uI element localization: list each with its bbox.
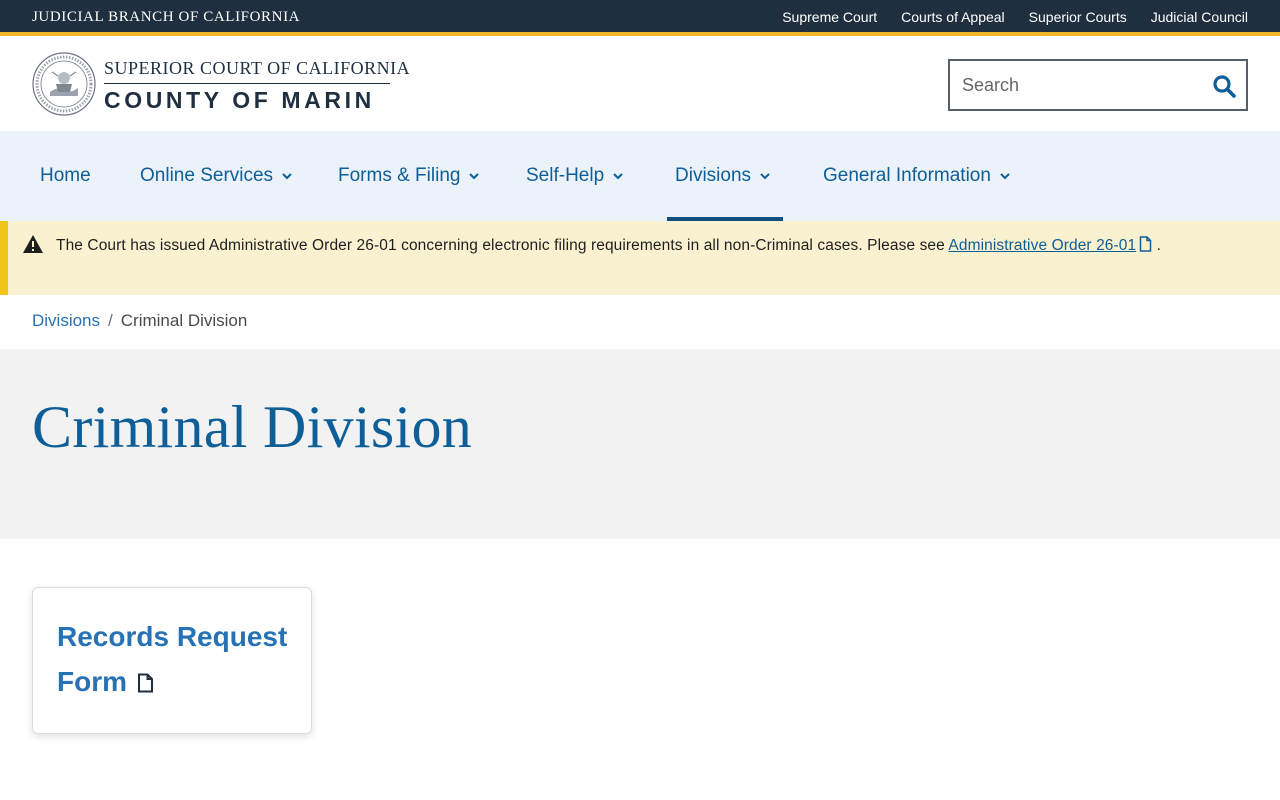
warning-icon <box>23 235 43 253</box>
alert-trailing: . <box>1156 237 1162 254</box>
file-icon <box>138 673 153 693</box>
link-courts-of-appeal[interactable]: Courts of Appeal <box>901 9 1005 25</box>
brand-divider <box>104 83 390 84</box>
search-input[interactable] <box>962 73 1202 97</box>
court-seal-logo[interactable] <box>32 52 96 116</box>
chevron-down-icon <box>469 173 480 180</box>
breadcrumb-separator: / <box>108 311 113 330</box>
chevron-down-icon <box>1000 173 1010 180</box>
link-superior-courts[interactable]: Superior Courts <box>1029 9 1127 25</box>
link-judicial-council[interactable]: Judicial Council <box>1151 9 1248 25</box>
search-box <box>948 59 1248 111</box>
alert-banner: The Court has issued Administrative Orde… <box>0 221 1280 295</box>
nav-divisions-label: Divisions <box>675 165 752 186</box>
nav-self-help-label: Self-Help <box>526 165 605 186</box>
breadcrumb: Divisions / Criminal Division <box>32 311 247 331</box>
link-supreme-court[interactable]: Supreme Court <box>782 9 877 25</box>
nav-general-information-label: General Information <box>823 165 991 186</box>
nav-general-information[interactable]: General Information <box>823 131 1011 221</box>
branch-links: Supreme Court Courts of Appeal Superior … <box>782 9 1248 25</box>
alert-text: The Court has issued Administrative Orde… <box>56 237 949 254</box>
nav-divisions[interactable]: Divisions <box>666 131 784 221</box>
brand-title-county[interactable]: COUNTY OF MARIN <box>104 87 375 114</box>
nav-home[interactable]: Home <box>40 131 91 221</box>
chevron-down-icon <box>282 173 292 180</box>
nav-online-services-label: Online Services <box>140 165 274 186</box>
records-request-form-link[interactable]: Records Request Form <box>57 614 297 704</box>
judicial-branch-title[interactable]: JUDICIAL BRANCH OF CALIFORNIA <box>32 9 300 26</box>
records-request-form-label: Records Request Form <box>57 621 288 697</box>
nav-self-help[interactable]: Self-Help <box>526 131 624 221</box>
chevron-down-icon <box>760 173 770 180</box>
judicial-branch-bar: JUDICIAL BRANCH OF CALIFORNIA Supreme Co… <box>0 0 1280 36</box>
administrative-order-link-text: Administrative Order 26-01 <box>948 237 1137 254</box>
nav-forms-filing-label: Forms & Filing <box>338 165 461 186</box>
breadcrumb-current: Criminal Division <box>120 311 248 330</box>
main-nav: Home Online Services Forms & Filing Self… <box>0 131 1280 221</box>
breadcrumb-divisions[interactable]: Divisions <box>32 311 100 331</box>
search-icon <box>1213 75 1236 98</box>
site-header: SUPERIOR COURT OF CALIFORNIA COUNTY OF M… <box>0 40 1280 131</box>
chevron-down-icon <box>613 173 623 180</box>
alert-message: The Court has issued Administrative Orde… <box>56 233 1186 259</box>
records-request-card: Records Request Form <box>32 587 312 734</box>
search-button[interactable] <box>1210 72 1238 100</box>
administrative-order-link[interactable]: Administrative Order 26-01 <box>948 236 1152 254</box>
brand-title-court[interactable]: SUPERIOR COURT OF CALIFORNIA <box>104 58 410 79</box>
nav-forms-filing[interactable]: Forms & Filing <box>338 131 480 221</box>
page-title: Criminal Division <box>32 394 473 460</box>
nav-home-label: Home <box>40 165 91 186</box>
page-hero: Criminal Division <box>0 349 1280 539</box>
nav-online-services[interactable]: Online Services <box>140 131 293 221</box>
file-icon <box>1140 236 1152 252</box>
